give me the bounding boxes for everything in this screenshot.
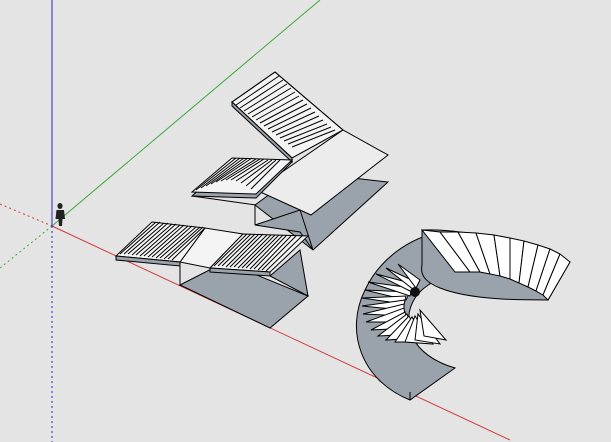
sketchup-viewport[interactable] [0,0,611,442]
spiral-center-post [410,287,420,297]
